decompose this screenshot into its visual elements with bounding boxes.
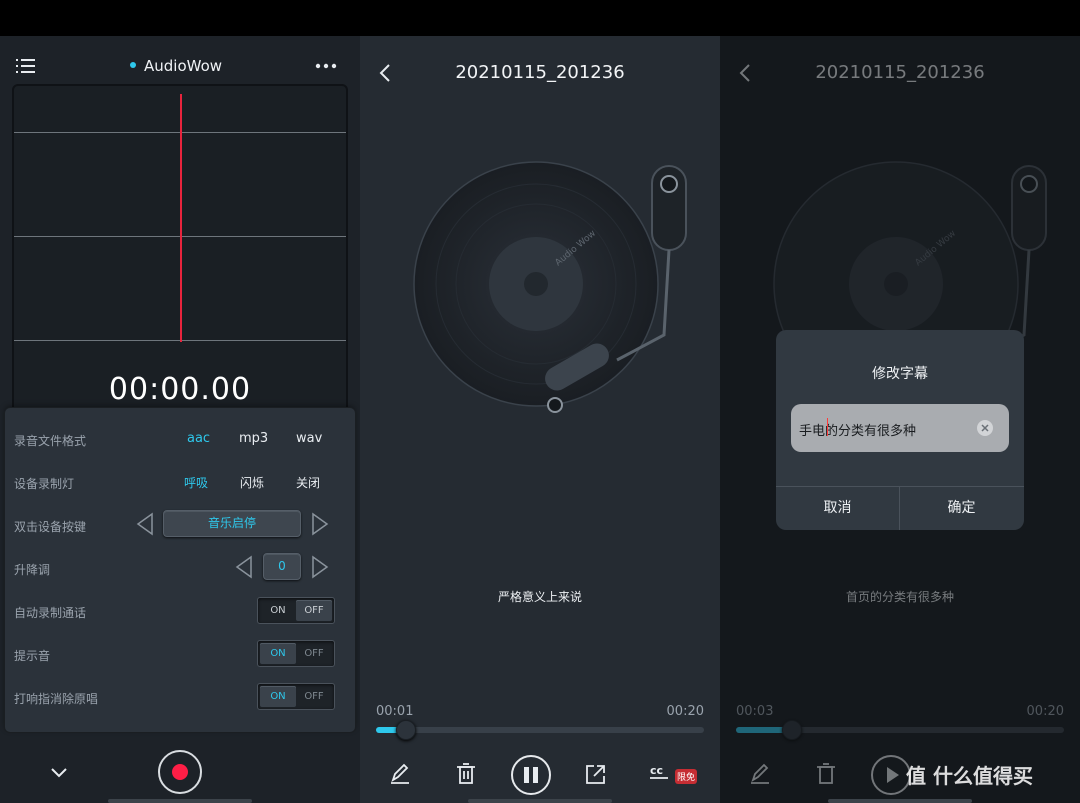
more-icon[interactable]: [314, 62, 338, 70]
app-title-text: AudioWow: [144, 57, 223, 75]
text-caret: [827, 418, 828, 436]
progress-thumb[interactable]: [782, 720, 802, 740]
format-option-mp3[interactable]: mp3: [239, 431, 268, 446]
cancel-button[interactable]: 取消: [776, 487, 899, 530]
double-tap-action-select[interactable]: 音乐启停: [163, 510, 301, 537]
setting-label: 升降调: [14, 563, 51, 577]
light-option-breath[interactable]: 呼吸: [184, 474, 208, 491]
status-bar: [0, 0, 1080, 36]
time-current: 00:03: [736, 704, 774, 719]
edit-subtitle-panel: 20210115_201236 Audio Wow 首页的分类有很多种 00:0…: [720, 36, 1080, 803]
subtitle-cc-icon[interactable]: cc: [648, 760, 676, 788]
snap-remove-vocal-toggle[interactable]: ON OFF: [257, 683, 335, 710]
recorder-panel: AudioWow 00:00.00 录音文件格式 aac mp3 wav 设备录…: [0, 36, 360, 803]
next-arrow-icon[interactable]: [310, 512, 330, 536]
current-subtitle: 首页的分类有很多种: [845, 590, 954, 604]
toggle-on-label: ON: [270, 605, 286, 616]
light-option-flash[interactable]: 闪烁: [240, 474, 264, 491]
pause-icon: [524, 767, 538, 783]
home-indicator: [108, 799, 252, 803]
playhead-line: [180, 94, 182, 342]
format-option-aac[interactable]: aac: [187, 431, 210, 446]
delete-icon[interactable]: [452, 760, 480, 788]
edit-icon[interactable]: [746, 760, 774, 788]
time-total: 00:20: [666, 704, 704, 719]
prompt-sound-toggle[interactable]: ON OFF: [257, 640, 335, 667]
chevron-down-icon[interactable]: [48, 766, 70, 780]
toggle-on-label: ON: [260, 643, 296, 664]
toggle-off-label: OFF: [296, 600, 332, 621]
list-menu-icon[interactable]: [14, 56, 38, 76]
toggle-off-label: OFF: [304, 648, 324, 659]
subtitle-input[interactable]: 手电的分类有很多种: [791, 404, 1009, 452]
clear-icon[interactable]: [977, 420, 993, 436]
vinyl-turntable: Audio Wow: [412, 160, 702, 420]
play-button[interactable]: [871, 755, 911, 795]
current-subtitle: 严格意义上来说: [497, 590, 582, 604]
player-panel: 20210115_201236 Audio Wow 严格意义上来说 00:01 …: [360, 36, 720, 803]
free-badge: 限免: [675, 769, 698, 784]
app-title: AudioWow: [130, 57, 222, 75]
time-current: 00:01: [376, 704, 414, 719]
setting-label: 提示音: [14, 649, 51, 663]
home-indicator: [828, 799, 972, 803]
delete-icon[interactable]: [812, 760, 840, 788]
format-option-wav[interactable]: wav: [296, 431, 322, 446]
svg-text:cc: cc: [650, 764, 663, 777]
pause-button[interactable]: [511, 755, 551, 795]
setting-label: 双击设备按键: [14, 520, 87, 534]
progress-slider[interactable]: [736, 720, 1064, 740]
watermark: 值 什么值得买: [906, 764, 1033, 788]
edit-subtitle-dialog: 修改字幕 手电的分类有很多种 取消 确定: [776, 330, 1024, 530]
setting-label: 自动录制通话: [14, 606, 87, 620]
progress-thumb[interactable]: [396, 720, 416, 740]
edit-icon[interactable]: [386, 760, 414, 788]
recording-title: 20210115_201236: [815, 62, 985, 83]
record-icon: [172, 764, 188, 780]
subtitle-input-value: 手电的分类有很多种: [799, 424, 917, 439]
share-icon[interactable]: [582, 760, 610, 788]
record-timer: 00:00.00: [108, 372, 252, 407]
setting-label: 录音文件格式: [14, 434, 87, 448]
confirm-button[interactable]: 确定: [900, 487, 1023, 530]
home-indicator: [468, 799, 612, 803]
pitch-value: 0: [263, 553, 301, 580]
recording-title: 20210115_201236: [455, 62, 625, 83]
setting-label: 设备录制灯: [14, 477, 75, 491]
pitch-up-icon[interactable]: [310, 555, 330, 579]
prev-arrow-icon[interactable]: [135, 512, 155, 536]
setting-label: 打响指消除原唱: [14, 692, 99, 706]
auto-record-call-toggle[interactable]: ON OFF: [257, 597, 335, 624]
time-total: 00:20: [1026, 704, 1064, 719]
play-icon: [887, 767, 899, 783]
record-button[interactable]: [158, 750, 202, 794]
toggle-on-label: ON: [260, 686, 296, 707]
status-dot: [130, 61, 136, 68]
progress-slider[interactable]: [376, 720, 704, 740]
toggle-off-label: OFF: [304, 691, 324, 702]
waveform-display: 00:00.00: [12, 84, 348, 454]
pitch-down-icon[interactable]: [234, 555, 254, 579]
settings-panel: 录音文件格式 aac mp3 wav 设备录制灯 呼吸 闪烁 关闭 双击设备按键…: [5, 408, 355, 732]
light-option-off[interactable]: 关闭: [296, 474, 320, 491]
dialog-title: 修改字幕: [872, 366, 928, 382]
